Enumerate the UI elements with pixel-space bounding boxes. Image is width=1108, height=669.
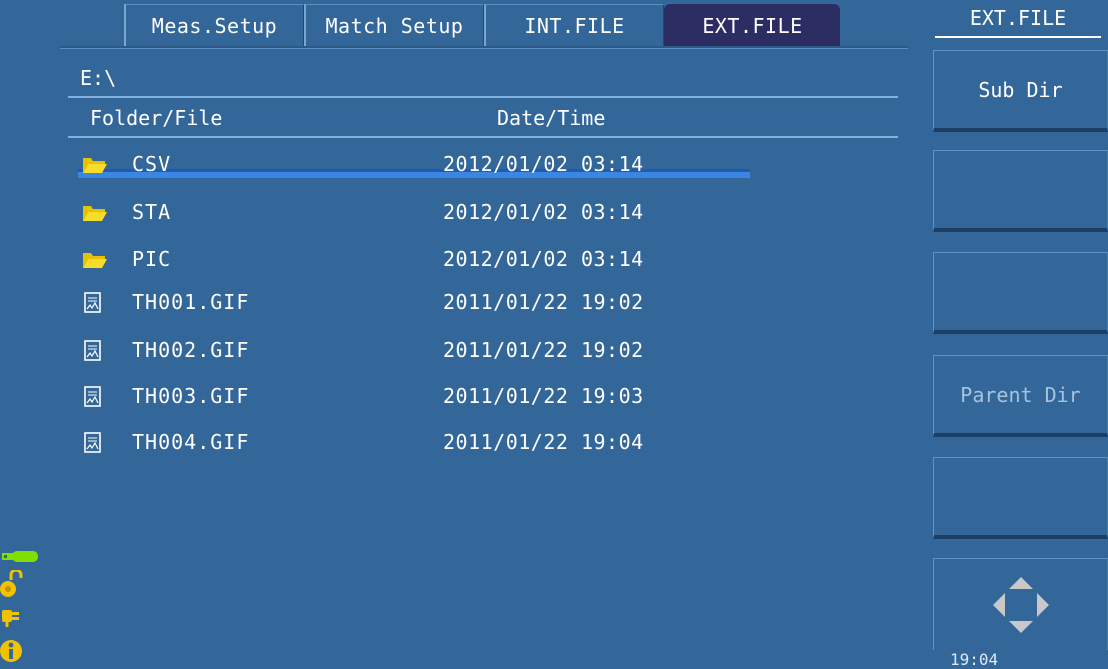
navigation-button[interactable] (933, 558, 1108, 650)
file-name: STA (132, 200, 172, 224)
image-file-icon (84, 340, 101, 361)
current-path: E:\ (80, 66, 117, 90)
file-date: 2011/01/22 19:04 (443, 430, 644, 454)
file-date: 2012/01/02 03:14 (443, 247, 644, 271)
file-row-pic[interactable]: PIC 2012/01/02 03:14 (80, 245, 750, 277)
parent-dir-button[interactable]: Parent Dir (933, 355, 1108, 437)
info-icon (0, 640, 22, 662)
usb-icon (2, 551, 38, 562)
folder-icon (83, 206, 107, 221)
file-row-th002[interactable]: TH002.GIF 2011/01/22 19:02 (80, 336, 750, 368)
folder-icon (83, 253, 107, 268)
unlock-icon (0, 570, 23, 597)
file-row-csv[interactable]: CSV 2012/01/02 03:14 (78, 150, 750, 182)
selection-highlight (78, 172, 750, 178)
file-date: 2012/01/02 03:14 (443, 200, 644, 224)
tab-ext-file[interactable]: EXT.FILE (664, 4, 840, 46)
tab-int-file[interactable]: INT.FILE (484, 4, 664, 46)
power-plug-icon (2, 610, 19, 627)
file-name: TH001.GIF (132, 290, 250, 314)
tab-bar: Meas.Setup Match Setup INT.FILE EXT.FILE (124, 4, 840, 46)
file-row-th004[interactable]: TH004.GIF 2011/01/22 19:04 (80, 428, 750, 460)
tab-match-setup[interactable]: Match Setup (304, 4, 484, 46)
file-name: PIC (132, 247, 172, 271)
divider (68, 96, 898, 98)
soft-key-panel: EXT.FILE Sub Dir Parent Dir (925, 0, 1108, 665)
tab-underline-highlight (60, 48, 908, 49)
soft-key-5-button[interactable] (933, 457, 1108, 539)
file-browser-panel: Meas.Setup Match Setup INT.FILE EXT.FILE… (0, 0, 925, 665)
column-header-name: Folder/File (90, 106, 223, 130)
soft-key-panel-title: EXT.FILE (935, 6, 1101, 38)
file-name: TH002.GIF (132, 338, 250, 362)
direction-arrows-icon (992, 576, 1049, 633)
file-row-sta[interactable]: STA 2012/01/02 03:14 (80, 198, 750, 230)
file-name: TH004.GIF (132, 430, 250, 454)
file-name: TH003.GIF (132, 384, 250, 408)
file-date: 2011/01/22 19:02 (443, 290, 644, 314)
image-file-icon (84, 292, 101, 313)
file-date: 2011/01/22 19:02 (443, 338, 644, 362)
file-date: 2012/01/02 03:14 (443, 152, 644, 176)
soft-key-2-button[interactable] (933, 150, 1108, 232)
file-row-th001[interactable]: TH001.GIF 2011/01/22 19:02 (80, 288, 750, 320)
file-name: CSV (132, 152, 172, 176)
soft-key-3-button[interactable] (933, 252, 1108, 334)
column-header-date: Date/Time (497, 106, 606, 130)
folder-icon (83, 158, 107, 173)
clock: 19:04 (950, 650, 999, 669)
image-file-icon (84, 386, 101, 407)
sub-dir-button[interactable]: Sub Dir (933, 50, 1108, 132)
file-row-th003[interactable]: TH003.GIF 2011/01/22 19:03 (80, 382, 750, 414)
file-date: 2011/01/22 19:03 (443, 384, 644, 408)
tab-meas-setup[interactable]: Meas.Setup (124, 4, 304, 46)
divider (68, 136, 898, 138)
image-file-icon (84, 432, 101, 453)
